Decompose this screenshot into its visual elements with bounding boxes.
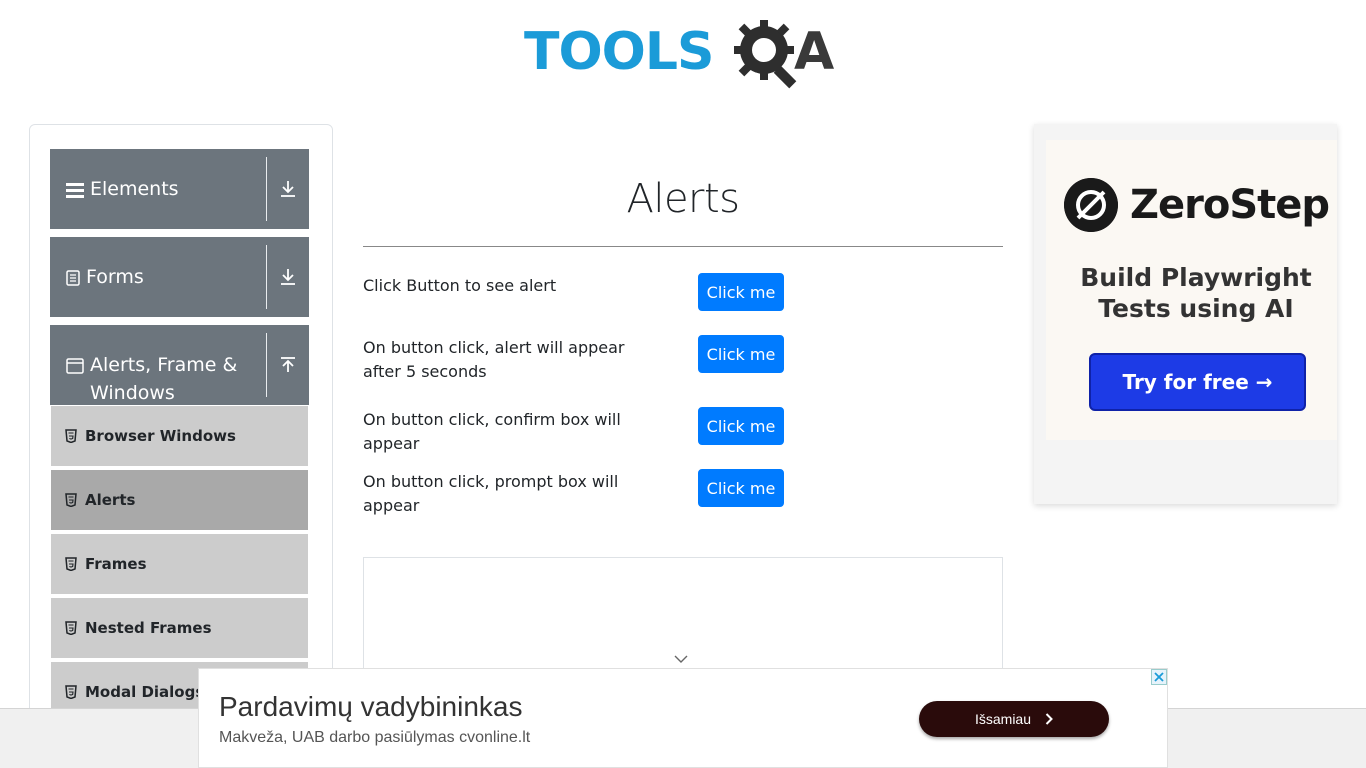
window-icon — [66, 358, 84, 374]
confirm-button[interactable]: Click me — [698, 407, 784, 445]
alert-button[interactable]: Click me — [698, 273, 784, 311]
upload-arrow-icon[interactable] — [273, 325, 303, 405]
ad-subtitle: Makveža, UAB darbo pasiūlymas cvonline.l… — [219, 729, 531, 746]
zerostep-ad[interactable]: ZeroStep Build Playwright Tests using AI … — [1034, 124, 1337, 504]
confirm-row-label: On button click, confirm box will appear — [363, 410, 621, 453]
ad-title: Pardavimų vadybininkas — [219, 691, 523, 722]
sidebar-item-label: Frames — [85, 555, 147, 573]
download-arrow-icon[interactable] — [273, 237, 303, 317]
divider — [363, 246, 1003, 247]
hamburger-icon — [66, 183, 84, 198]
chevron-down-icon[interactable] — [674, 654, 688, 664]
ad-cta-label: Išsamiau — [974, 711, 1032, 727]
alert-row-label: Click Button to see alert — [363, 276, 557, 295]
sidebar-item-label: Alerts — [85, 491, 136, 509]
prompt-button[interactable]: Click me — [698, 469, 784, 507]
close-ad-button[interactable] — [1151, 669, 1167, 685]
try-for-free-button[interactable]: Try for free → — [1089, 353, 1306, 411]
brand-name: ZeroStep — [1130, 182, 1330, 228]
sidebar-item-frames[interactable]: Frames — [51, 534, 308, 596]
close-icon — [1154, 672, 1164, 682]
logo-letter-a: A — [794, 22, 835, 82]
zerostep-logo-icon — [1064, 178, 1118, 232]
chevron-right-icon — [1045, 713, 1053, 725]
download-arrow-icon[interactable] — [273, 149, 303, 229]
toolsqa-logo[interactable]: TOOLS A — [524, 14, 848, 92]
divider — [266, 245, 267, 309]
ad-tagline: Build Playwright Tests using AI — [1080, 263, 1312, 323]
ad-card: ZeroStep Build Playwright Tests using AI … — [1046, 140, 1337, 440]
timer-alert-button[interactable]: Click me — [698, 335, 784, 373]
prompt-row-label: On button click, prompt box will appear — [363, 472, 619, 515]
group-label: Forms — [86, 266, 144, 288]
sidebar-item-browser-windows[interactable]: Browser Windows — [51, 406, 308, 468]
group-forms[interactable]: Forms — [50, 237, 309, 317]
divider — [266, 333, 267, 397]
timer-alert-row-label: On button click, alert will appear after… — [363, 338, 625, 381]
html5-icon — [65, 429, 77, 443]
html5-icon — [65, 557, 77, 571]
page-title: Alerts — [626, 176, 740, 222]
logo-text: TOOLS — [524, 22, 714, 82]
html5-icon — [65, 685, 77, 699]
sidebar-item-nested-frames[interactable]: Nested Frames — [51, 598, 308, 660]
group-elements[interactable]: Elements — [50, 149, 309, 229]
group-label: Alerts, Frame & Windows — [90, 354, 238, 404]
sidebar-item-label: Browser Windows — [85, 427, 236, 445]
sidebar-item-label: Modal Dialogs — [85, 683, 205, 701]
sidebar-item-label: Nested Frames — [85, 619, 212, 637]
html5-icon — [65, 621, 77, 635]
html5-icon — [65, 493, 77, 507]
ad-cta-button[interactable]: Išsamiau — [919, 701, 1109, 737]
bottom-ad[interactable]: Pardavimų vadybininkas Makveža, UAB darb… — [198, 668, 1168, 768]
divider — [266, 157, 267, 221]
document-icon — [66, 270, 80, 286]
sidebar-item-alerts[interactable]: Alerts — [51, 470, 308, 532]
group-label: Elements — [90, 178, 179, 200]
group-alerts-frame-windows[interactable]: Alerts, Frame & Windows — [50, 325, 309, 405]
